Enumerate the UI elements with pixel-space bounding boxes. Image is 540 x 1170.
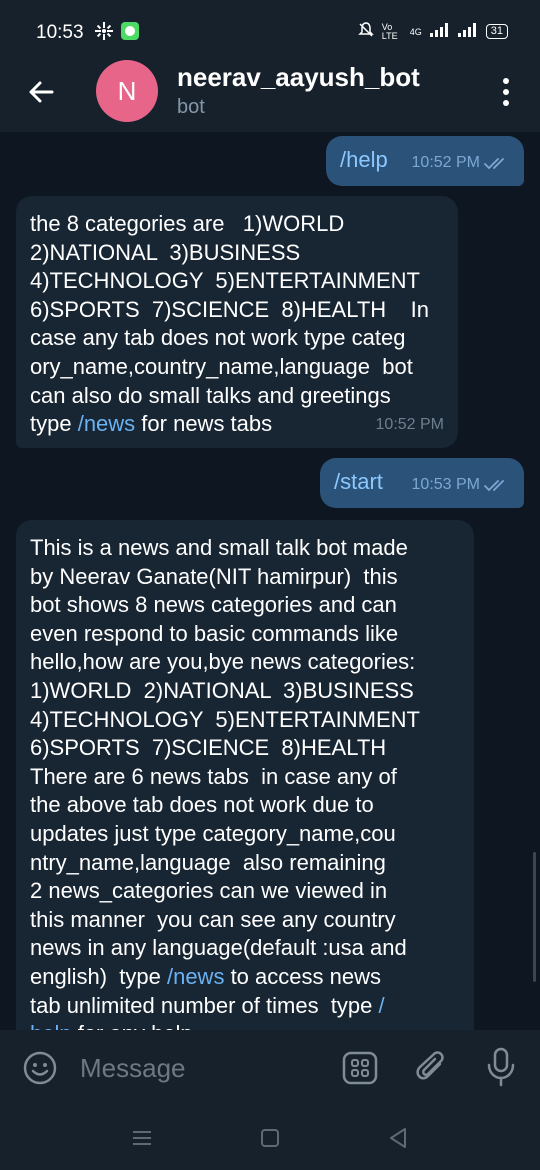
double-check-icon [484,157,504,169]
chat-header: N neerav_aayush_bot bot [0,50,540,132]
message-text-part: for any help [72,1021,193,1030]
home-button[interactable] [258,1126,282,1150]
square-icon [261,1129,279,1147]
message-text-part: the 8 categories are 1)WORLD 2)NATIONAL … [30,211,429,437]
back-nav-button[interactable] [386,1126,410,1150]
attach-button[interactable] [414,1048,450,1088]
dot-icon [503,89,509,95]
status-time: 10:53 [36,22,84,43]
battery-indicator: 31 [485,24,508,39]
pinwheel-icon [95,22,113,45]
message-list[interactable]: /help 10:52 PM the 8 categories are 1)WO… [0,132,540,1030]
app-notification-icon [121,22,139,45]
message-meta: 10:52 PM [412,149,510,178]
mute-bell-icon [357,22,374,41]
message-composer [0,1030,540,1104]
message-time: 10:52 PM [411,154,480,172]
paperclip-icon [416,1051,444,1080]
volte-label: Vo LTE [381,21,398,41]
menu-lines-icon [133,1131,151,1145]
outgoing-message[interactable]: /help 10:52 PM [326,136,524,186]
command-link[interactable]: /start [334,469,383,494]
smiley-icon [23,1051,57,1085]
message-meta: 10:53 PM [412,471,510,500]
command-link[interactable]: /help [340,147,388,172]
commands-grid-icon [342,1051,378,1085]
dot-icon [503,100,509,106]
signal-icon [429,23,450,40]
more-options-button[interactable] [494,74,518,110]
avatar[interactable]: N [96,60,158,122]
scrollbar[interactable] [533,852,536,982]
system-navigation-bar [0,1104,540,1170]
dot-icon [503,78,509,84]
command-link[interactable]: /news [167,964,224,989]
double-check-icon [484,479,504,491]
status-system-icons: Vo LTE 4G 31 [357,21,508,41]
message-text: the 8 categories are 1)WORLD 2)NATIONAL … [30,210,444,439]
message-text: This is a news and small talk bot made b… [30,534,460,1030]
message-meta: 10:52 PM [376,411,444,440]
signal-icon-2 [457,23,478,40]
chat-subtitle: bot [177,96,205,118]
message-input[interactable] [78,1048,322,1088]
command-link[interactable]: /news [78,411,135,436]
incoming-message[interactable]: the 8 categories are 1)WORLD 2)NATIONAL … [16,196,458,448]
outgoing-message[interactable]: /start 10:53 PM [320,458,524,508]
bot-commands-button[interactable] [342,1050,378,1086]
status-notification-icons [95,22,139,45]
message-time: 10:53 PM [411,476,480,494]
chat-title[interactable]: neerav_aayush_bot [177,62,420,93]
message-time: 10:52 PM [375,416,444,434]
message-text-part: for news tabs [135,411,273,437]
arrow-left-icon [29,81,54,103]
triangle-back-icon [390,1128,406,1148]
recent-apps-button[interactable] [130,1126,154,1150]
network-label: 4G [409,26,422,37]
message-text-part: This is a news and small talk bot made b… [30,535,420,989]
incoming-message[interactable]: This is a news and small talk bot made b… [16,520,474,1030]
status-bar: 10:53 Vo LTE 4G 31 [0,0,540,50]
microphone-icon [487,1047,515,1087]
emoji-button[interactable] [22,1050,58,1086]
voice-record-button[interactable] [484,1046,518,1088]
back-button[interactable] [22,72,62,112]
